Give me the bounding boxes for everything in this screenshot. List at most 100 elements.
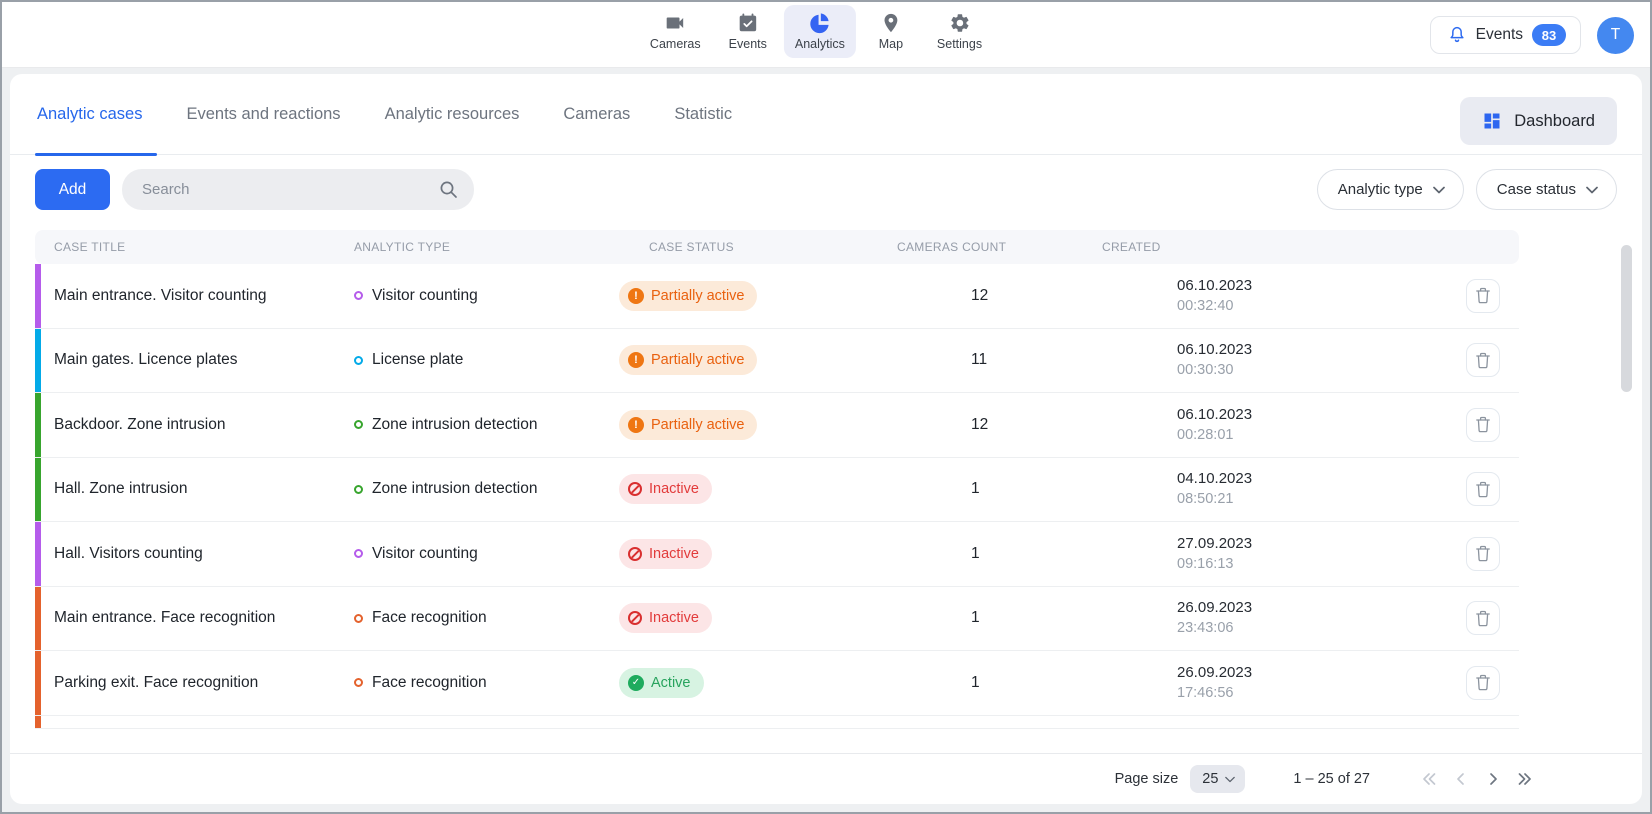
status-label: Inactive (649, 546, 699, 562)
add-case-button[interactable]: Add (35, 169, 110, 210)
created-time: 09:16:13 (1177, 554, 1466, 575)
tab-statistic[interactable]: Statistic (672, 101, 734, 128)
user-avatar[interactable]: T (1597, 17, 1634, 54)
toolbar: Add Analytic type Case status (35, 169, 1617, 210)
videocam-icon (664, 12, 686, 34)
status-icon (628, 482, 642, 496)
status-label: Partially active (651, 288, 744, 304)
trash-icon (1475, 287, 1491, 304)
nav-item-analytics[interactable]: Analytics (784, 5, 856, 58)
top-bar: Cameras Events Analytics Map Settings Ev… (2, 2, 1650, 68)
previous-page-button[interactable] (1448, 766, 1474, 792)
created-time: 00:30:30 (1177, 360, 1466, 381)
actions-cell (1466, 472, 1519, 506)
double-chevron-right-icon (1518, 772, 1532, 786)
search-box (122, 169, 474, 210)
analytic-type-label: Visitor counting (372, 545, 478, 563)
next-page-button[interactable] (1480, 766, 1506, 792)
actions-cell (1466, 666, 1519, 700)
status-label: Active (651, 675, 691, 691)
case-title: Main gates. Licence plates (54, 351, 354, 369)
analytic-type-ring-icon (354, 614, 363, 623)
trash-icon (1475, 610, 1491, 627)
table-row-partially-visible[interactable] (35, 716, 1519, 729)
table-scrollbar-thumb[interactable] (1621, 245, 1632, 392)
analytic-type-cell: License plate (354, 351, 619, 369)
tabs-row: Analytic cases Events and reactions Anal… (10, 74, 1642, 155)
case-color-stripe (35, 458, 41, 522)
delete-case-button[interactable] (1466, 537, 1500, 571)
analytic-type-filter[interactable]: Analytic type (1317, 169, 1464, 210)
table-row[interactable]: Main entrance. Visitor counting Visitor … (35, 264, 1519, 329)
nav-item-events[interactable]: Events (718, 5, 778, 58)
table-row[interactable]: Main entrance. Face recognition Face rec… (35, 587, 1519, 652)
tab-cameras[interactable]: Cameras (561, 101, 632, 128)
analytic-type-ring-icon (354, 678, 363, 687)
trash-icon (1475, 352, 1491, 369)
case-color-stripe (35, 716, 41, 729)
nav-label: Events (729, 37, 767, 51)
case-status-cell: Inactive (619, 539, 934, 569)
table-row[interactable]: Hall. Zone intrusion Zone intrusion dete… (35, 458, 1519, 523)
status-badge: Active (619, 668, 704, 698)
chevron-down-icon (1225, 776, 1235, 783)
created-cell: 26.09.2023 23:43:06 (1177, 597, 1466, 639)
created-cell: 06.10.2023 00:30:30 (1177, 339, 1466, 381)
trash-icon (1475, 416, 1491, 433)
actions-cell (1466, 408, 1519, 442)
nav-item-map[interactable]: Map (862, 5, 920, 58)
analytic-type-label: Face recognition (372, 674, 487, 692)
analytic-type-ring-icon (354, 291, 363, 300)
table-row[interactable]: Backdoor. Zone intrusion Zone intrusion … (35, 393, 1519, 458)
events-button-label: Events (1476, 26, 1523, 44)
created-date: 06.10.2023 (1177, 404, 1466, 425)
delete-case-button[interactable] (1466, 279, 1500, 313)
analytic-type-cell: Face recognition (354, 674, 619, 692)
tab-analytic-cases[interactable]: Analytic cases (35, 101, 144, 128)
table-row[interactable]: Hall. Visitors counting Visitor counting… (35, 522, 1519, 587)
analytic-type-ring-icon (354, 485, 363, 494)
first-page-button[interactable] (1416, 766, 1442, 792)
analytic-type-cell: Face recognition (354, 609, 619, 627)
bell-icon (1447, 25, 1467, 45)
case-title: Parking exit. Face recognition (54, 674, 354, 692)
analytic-type-label: License plate (372, 351, 463, 369)
status-badge: Inactive (619, 603, 712, 633)
events-notifications-button[interactable]: Events 83 (1430, 16, 1581, 54)
nav-item-cameras[interactable]: Cameras (639, 5, 712, 58)
page-size-select[interactable]: 25 (1190, 765, 1245, 793)
analytic-type-ring-icon (354, 420, 363, 429)
case-title: Main entrance. Face recognition (54, 609, 354, 627)
case-status-cell: Inactive (619, 474, 934, 504)
case-color-stripe (35, 587, 41, 651)
case-title: Hall. Visitors counting (54, 545, 354, 563)
tab-analytic-resources[interactable]: Analytic resources (383, 101, 522, 128)
delete-case-button[interactable] (1466, 666, 1500, 700)
case-status-filter-label: Case status (1497, 181, 1576, 198)
case-status-filter[interactable]: Case status (1476, 169, 1617, 210)
nav-label: Settings (937, 37, 982, 51)
delete-case-button[interactable] (1466, 343, 1500, 377)
created-date: 04.10.2023 (1177, 468, 1466, 489)
page-size-label: Page size (1115, 771, 1179, 787)
column-analytic-type: ANALYTIC TYPE (354, 240, 649, 254)
analytic-type-cell: Zone intrusion detection (354, 480, 619, 498)
table-row[interactable]: Parking exit. Face recognition Face reco… (35, 651, 1519, 716)
delete-case-button[interactable] (1466, 601, 1500, 635)
analytic-type-cell: Visitor counting (354, 545, 619, 563)
table-row[interactable]: Main gates. Licence plates License plate… (35, 329, 1519, 394)
nav-label: Cameras (650, 37, 701, 51)
delete-case-button[interactable] (1466, 472, 1500, 506)
dashboard-button[interactable]: Dashboard (1460, 97, 1617, 145)
analytic-type-cell: Visitor counting (354, 287, 619, 305)
case-status-cell: Inactive (619, 603, 934, 633)
status-label: Inactive (649, 610, 699, 626)
status-icon (628, 417, 644, 433)
tab-events-and-reactions[interactable]: Events and reactions (184, 101, 342, 128)
search-input[interactable] (122, 169, 474, 210)
delete-case-button[interactable] (1466, 408, 1500, 442)
case-title: Main entrance. Visitor counting (54, 287, 354, 305)
status-icon (628, 547, 642, 561)
last-page-button[interactable] (1512, 766, 1538, 792)
nav-item-settings[interactable]: Settings (926, 5, 993, 58)
